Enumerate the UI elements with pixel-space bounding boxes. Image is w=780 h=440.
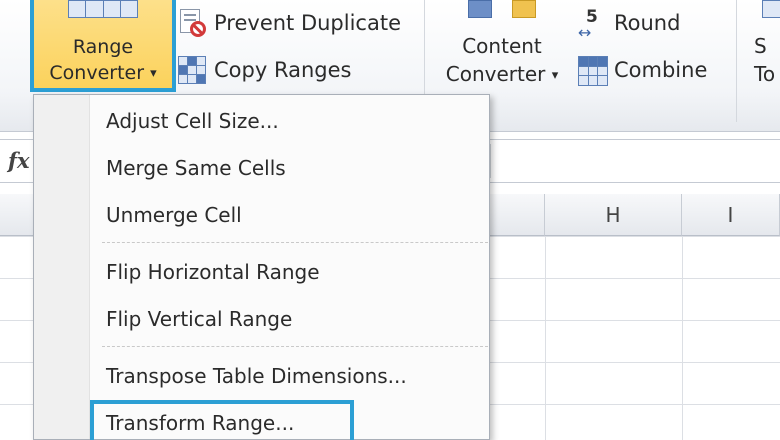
ribbon-separator	[736, 0, 737, 122]
prevent-duplicate-button[interactable]: Prevent Duplicate	[178, 8, 401, 38]
round-label: Round	[614, 11, 681, 35]
content-converter-icon	[468, 0, 538, 18]
menu-item-transform-range[interactable]: Transform Range...	[106, 411, 294, 435]
menu-item-merge-same-cells[interactable]: Merge Same Cells	[106, 156, 286, 180]
content-converter-button[interactable]: Content Converter ▾	[432, 0, 572, 96]
prevent-duplicate-label: Prevent Duplicate	[214, 11, 402, 35]
formula-input[interactable]	[490, 144, 780, 178]
prevent-duplicate-icon	[178, 9, 206, 37]
grid-column-line	[682, 236, 683, 440]
menu-item-unmerge-cell[interactable]: Unmerge Cell	[106, 203, 242, 227]
range-converter-label-line2: Converter ▾	[49, 62, 157, 84]
menu-item-adjust-cell-size[interactable]: Adjust Cell Size...	[106, 109, 279, 133]
range-grid-icon	[68, 0, 138, 18]
menu-item-flip-horizontal-range[interactable]: Flip Horizontal Range	[106, 260, 320, 284]
round-icon: 5 ↔	[578, 7, 598, 42]
combine-label: Combine	[614, 58, 708, 82]
content-converter-label-line2: Converter ▾	[445, 62, 559, 86]
partial-ribbon-label-line2: To	[754, 62, 776, 86]
grid-column-line	[545, 236, 546, 440]
dropdown-arrow-icon: ▾	[150, 66, 157, 81]
menu-separator	[102, 346, 488, 347]
combine-icon	[578, 56, 608, 86]
menu-item-transpose-table-dimensions[interactable]: Transpose Table Dimensions...	[106, 364, 407, 388]
dropdown-arrow-icon: ▾	[551, 68, 559, 83]
range-converter-button[interactable]: Range Converter ▾	[30, 0, 176, 92]
column-header-h[interactable]: H	[545, 194, 682, 236]
copy-ranges-icon	[178, 56, 206, 84]
combine-button[interactable]: Combine	[578, 55, 708, 86]
menu-item-flip-vertical-range[interactable]: Flip Vertical Range	[106, 307, 292, 331]
range-converter-menu: Adjust Cell Size... Merge Same Cells Unm…	[33, 94, 490, 440]
partial-ribbon-label-line1: S	[754, 34, 767, 58]
round-button[interactable]: 5 ↔ Round	[578, 7, 681, 42]
copy-ranges-button[interactable]: Copy Ranges	[178, 55, 351, 85]
menu-separator	[102, 242, 488, 243]
insert-function-icon[interactable]: fx	[8, 148, 30, 173]
content-converter-label-line1: Content	[462, 34, 542, 58]
range-converter-label-line1: Range	[72, 36, 134, 58]
copy-ranges-label: Copy Ranges	[214, 58, 352, 82]
menu-icon-gutter	[34, 95, 90, 439]
partial-ribbon-button[interactable]: S To	[748, 0, 780, 96]
column-header-i[interactable]: I	[682, 194, 780, 236]
